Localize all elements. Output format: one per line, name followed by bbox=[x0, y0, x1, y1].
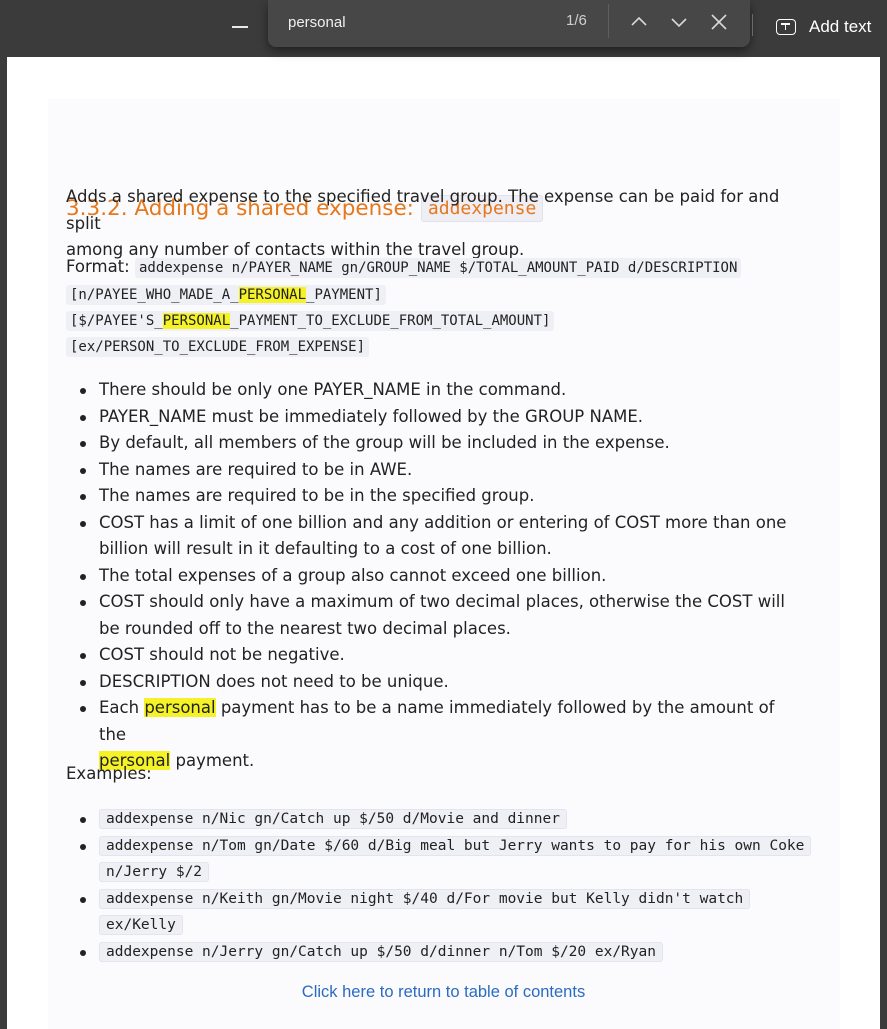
list-item: The names are required to be in AWE. bbox=[66, 457, 806, 484]
list-item-text: payment. bbox=[170, 751, 255, 770]
document-page: 3.3.2. Adding a shared expense: addexpen… bbox=[7, 57, 880, 1029]
find-next-button[interactable] bbox=[666, 10, 692, 34]
search-highlight: personal bbox=[144, 698, 216, 717]
format-line-2: [n/PAYEE_WHO_MADE_A_PERSONAL_PAYMENT] bbox=[66, 284, 386, 305]
list-item: PAYER_NAME must be immediately followed … bbox=[66, 404, 806, 431]
example-code: addexpense n/Jerry gn/Catch up $/50 d/di… bbox=[99, 941, 663, 962]
examples-label: Examples: bbox=[66, 764, 152, 783]
format-code: [n/PAYEE_WHO_MADE_A_PERSONAL_PAYMENT] bbox=[66, 285, 386, 305]
format-line-4: [ex/PERSON_TO_EXCLUDE_FROM_EXPENSE] bbox=[66, 336, 370, 357]
close-icon bbox=[711, 14, 727, 30]
format-code: [$/PAYEE'S_PERSONAL_PAYMENT_TO_EXCLUDE_F… bbox=[66, 311, 555, 331]
find-bar: 1/6 bbox=[268, 0, 750, 47]
chevron-up-icon bbox=[631, 16, 647, 26]
example-item: addexpense n/Jerry gn/Catch up $/50 d/di… bbox=[66, 939, 806, 966]
find-input[interactable] bbox=[288, 11, 528, 33]
example-item: addexpense n/Tom gn/Date $/60 d/Big meal… bbox=[66, 833, 812, 886]
format-line-1: Format: addexpense n/PAYER_NAME gn/GROUP… bbox=[66, 257, 742, 278]
text-box-icon bbox=[776, 19, 796, 35]
list-item: By default, all members of the group wil… bbox=[66, 430, 806, 457]
format-code-text: [n/PAYEE_WHO_MADE_A_ bbox=[70, 287, 239, 303]
format-code: addexpense n/PAYER_NAME gn/GROUP_NAME $/… bbox=[134, 258, 742, 278]
example-code: addexpense n/Nic gn/Catch up $/50 d/Movi… bbox=[99, 809, 567, 829]
list-item: The names are required to be in the spec… bbox=[66, 483, 806, 510]
format-line-3: [$/PAYEE'S_PERSONAL_PAYMENT_TO_EXCLUDE_F… bbox=[66, 310, 555, 331]
examples-list: addexpense n/Nic gn/Catch up $/50 d/Movi… bbox=[66, 806, 812, 966]
search-highlight: PERSONAL bbox=[238, 287, 307, 303]
add-text-button[interactable]: Add text bbox=[776, 14, 871, 40]
example-item: addexpense n/Nic gn/Catch up $/50 d/Movi… bbox=[66, 806, 806, 833]
format-code: [ex/PERSON_TO_EXCLUDE_FROM_EXPENSE] bbox=[66, 337, 370, 357]
find-match-count: 1/6 bbox=[566, 12, 587, 29]
intro-line: Adds a shared expense to the specified t… bbox=[66, 187, 780, 233]
format-code-text: _PAYMENT] bbox=[306, 287, 382, 303]
chevron-down-icon bbox=[671, 18, 687, 28]
find-previous-button[interactable] bbox=[626, 10, 652, 34]
format-code-text: _PAYMENT_TO_EXCLUDE_FROM_TOTAL_AMOUNT] bbox=[230, 313, 551, 329]
list-item: DESCRIPTION does not need to be unique. bbox=[66, 669, 806, 696]
rules-list: There should be only one PAYER_NAME in t… bbox=[66, 377, 806, 775]
example-item: addexpense n/Keith gn/Movie night $/40 d… bbox=[66, 886, 806, 939]
search-highlight: PERSONAL bbox=[162, 313, 231, 329]
minimize-icon[interactable] bbox=[232, 26, 248, 28]
example-code: addexpense n/Tom gn/Date $/60 d/Big meal… bbox=[99, 835, 812, 882]
list-item: Each personal payment has to be a name i… bbox=[66, 695, 806, 775]
find-close-button[interactable] bbox=[706, 10, 732, 34]
example-code: addexpense n/Keith gn/Movie night $/40 d… bbox=[99, 888, 751, 935]
toc-link[interactable]: Click here to return to table of content… bbox=[0, 983, 887, 1002]
toolbar-divider bbox=[752, 14, 753, 36]
list-item-text: Each bbox=[99, 698, 145, 717]
list-item: There should be only one PAYER_NAME in t… bbox=[66, 377, 806, 404]
list-item: COST should not be negative. bbox=[66, 642, 806, 669]
format-label: Format: bbox=[66, 257, 130, 276]
intro-paragraph: Adds a shared expense to the specified t… bbox=[66, 184, 806, 264]
format-code-text: [$/PAYEE'S_ bbox=[70, 313, 163, 329]
list-item: The total expenses of a group also canno… bbox=[66, 563, 806, 590]
list-item: COST should only have a maximum of two d… bbox=[66, 589, 806, 642]
add-text-label: Add text bbox=[809, 17, 872, 36]
find-divider bbox=[608, 4, 609, 38]
list-item: COST has a limit of one billion and any … bbox=[66, 510, 806, 563]
